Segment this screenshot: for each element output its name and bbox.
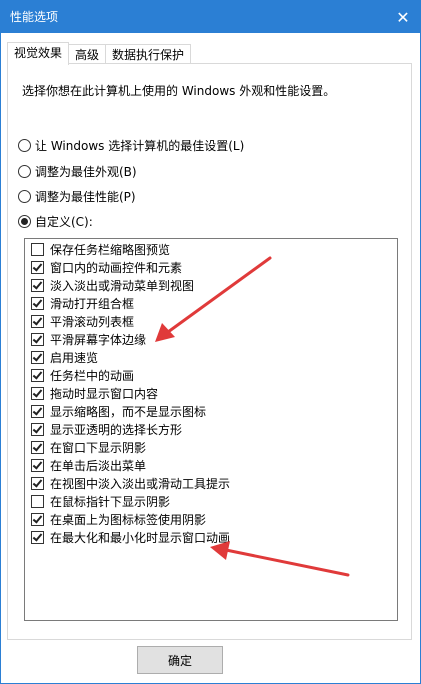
window-title: 性能选项 <box>10 10 59 24</box>
list-item[interactable]: 在鼠标指针下显示阴影 <box>31 493 170 510</box>
tab-data-execution-prevention[interactable]: 数据执行保护 <box>105 44 192 65</box>
checkbox[interactable] <box>31 495 44 508</box>
list-item-label: 滑动打开组合框 <box>50 297 135 311</box>
radio-best-performance[interactable]: 调整为最佳性能(P) <box>18 188 136 204</box>
list-item[interactable]: 在桌面上为图标标签使用阴影 <box>31 511 206 528</box>
close-icon[interactable]: ✕ <box>386 1 420 33</box>
checkbox[interactable] <box>31 531 44 544</box>
tab-strip: 视觉效果 高级 数据执行保护 <box>7 42 192 65</box>
radio-label: 让 Windows 选择计算机的最佳设置(L) <box>35 138 245 153</box>
radio-label: 调整为最佳性能(P) <box>35 189 136 204</box>
checkbox[interactable] <box>31 423 44 436</box>
radio-button[interactable] <box>18 164 31 178</box>
list-item-label: 启用速览 <box>50 351 99 365</box>
tab-advanced[interactable]: 高级 <box>68 44 107 65</box>
radio-button[interactable] <box>18 189 31 203</box>
radio-button[interactable] <box>18 138 31 152</box>
list-item[interactable]: 在视图中淡入淡出或滑动工具提示 <box>31 475 230 492</box>
checkbox[interactable] <box>31 261 44 274</box>
checkbox[interactable] <box>31 315 44 328</box>
list-item[interactable]: 在窗口下显示阴影 <box>31 439 146 456</box>
list-item-label: 平滑滚动列表框 <box>50 315 135 329</box>
description-text: 选择你想在此计算机上使用的 Windows 外观和性能设置。 <box>22 84 336 98</box>
ok-button[interactable]: 确定 <box>137 646 223 674</box>
checkbox[interactable] <box>31 513 44 526</box>
list-item-label: 在视图中淡入淡出或滑动工具提示 <box>50 477 231 491</box>
list-item-label: 显示亚透明的选择长方形 <box>50 423 183 437</box>
checkbox[interactable] <box>31 279 44 292</box>
list-item[interactable]: 平滑屏幕字体边缘 <box>31 331 146 348</box>
checkbox[interactable] <box>31 441 44 454</box>
radio-label: 自定义(C): <box>35 214 93 229</box>
checkbox[interactable] <box>31 351 44 364</box>
radio-button[interactable] <box>18 214 31 228</box>
list-item[interactable]: 在单击后淡出菜单 <box>31 457 146 474</box>
checkbox[interactable] <box>31 405 44 418</box>
list-item-label: 在最大化和最小化时显示窗口动画 <box>50 531 231 545</box>
list-item-label: 显示缩略图，而不是显示图标 <box>50 405 207 419</box>
list-item[interactable]: 窗口内的动画控件和元素 <box>31 259 182 276</box>
radio-label: 调整为最佳外观(B) <box>35 164 137 179</box>
radio-custom[interactable]: 自定义(C): <box>18 213 93 229</box>
checkbox[interactable] <box>31 459 44 472</box>
list-item[interactable]: 拖动时显示窗口内容 <box>31 385 158 402</box>
list-item[interactable]: 在最大化和最小化时显示窗口动画 <box>31 529 230 546</box>
list-item[interactable]: 显示缩略图，而不是显示图标 <box>31 403 206 420</box>
list-item-label: 保存任务栏缩略图预览 <box>50 243 171 257</box>
list-item-label: 在单击后淡出菜单 <box>50 459 147 473</box>
checkbox[interactable] <box>31 477 44 490</box>
list-item[interactable]: 显示亚透明的选择长方形 <box>31 421 182 438</box>
list-item[interactable]: 淡入淡出或滑动菜单到视图 <box>31 277 194 294</box>
list-item-label: 在桌面上为图标标签使用阴影 <box>50 513 207 527</box>
checkbox[interactable] <box>31 243 44 256</box>
checkbox[interactable] <box>31 297 44 310</box>
list-item-label: 平滑屏幕字体边缘 <box>50 333 147 347</box>
tab-visual-effects[interactable]: 视觉效果 <box>7 42 70 65</box>
checkbox[interactable] <box>31 387 44 400</box>
checkbox[interactable] <box>31 369 44 382</box>
list-item[interactable]: 平滑滚动列表框 <box>31 313 134 330</box>
list-item-label: 在鼠标指针下显示阴影 <box>50 495 171 509</box>
radio-best-appearance[interactable]: 调整为最佳外观(B) <box>18 163 137 179</box>
title-bar[interactable]: 性能选项 ✕ <box>1 1 420 33</box>
radio-let-windows-choose[interactable]: 让 Windows 选择计算机的最佳设置(L) <box>18 137 244 153</box>
list-item-label: 任务栏中的动画 <box>50 369 135 383</box>
list-item[interactable]: 启用速览 <box>31 349 98 366</box>
list-item[interactable]: 保存任务栏缩略图预览 <box>31 241 170 258</box>
list-item-label: 窗口内的动画控件和元素 <box>50 261 183 275</box>
list-item[interactable]: 滑动打开组合框 <box>31 295 134 312</box>
list-item-label: 在窗口下显示阴影 <box>50 441 147 455</box>
list-item[interactable]: 任务栏中的动画 <box>31 367 134 384</box>
list-item-label: 淡入淡出或滑动菜单到视图 <box>50 279 195 293</box>
checkbox[interactable] <box>31 333 44 346</box>
list-item-label: 拖动时显示窗口内容 <box>50 387 159 401</box>
effects-list[interactable]: 保存任务栏缩略图预览 窗口内的动画控件和元素 淡入淡出或滑动菜单到视图 滑动打开… <box>24 238 398 621</box>
